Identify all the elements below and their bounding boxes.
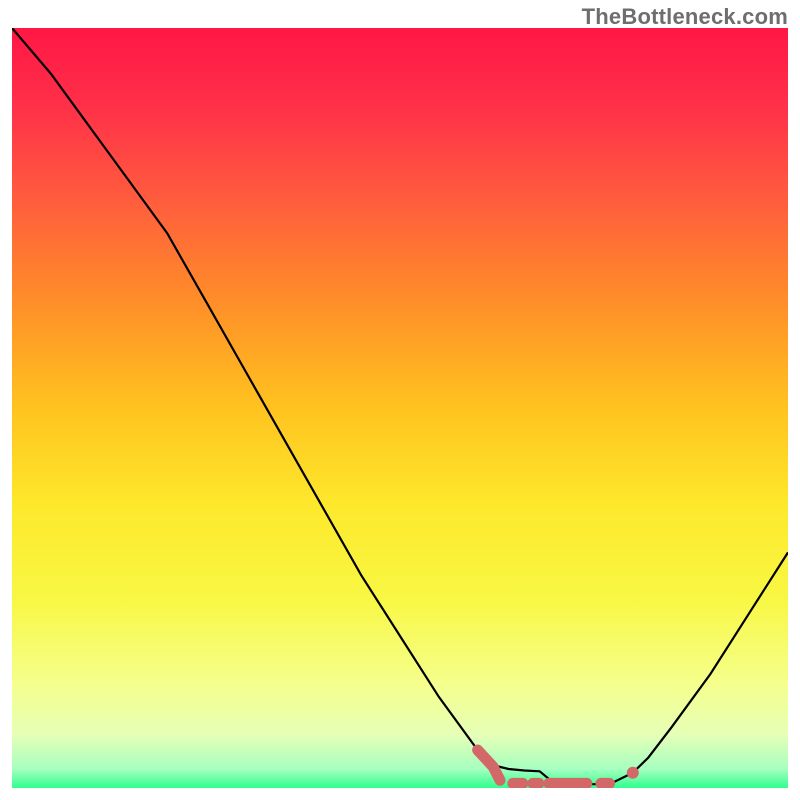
highlight-dot [627,767,639,779]
chart-container: TheBottleneck.com [0,0,800,800]
chart-svg [12,28,788,788]
plot-area [12,28,788,788]
gradient-background [12,28,788,788]
watermark-text: TheBottleneck.com [582,4,788,30]
